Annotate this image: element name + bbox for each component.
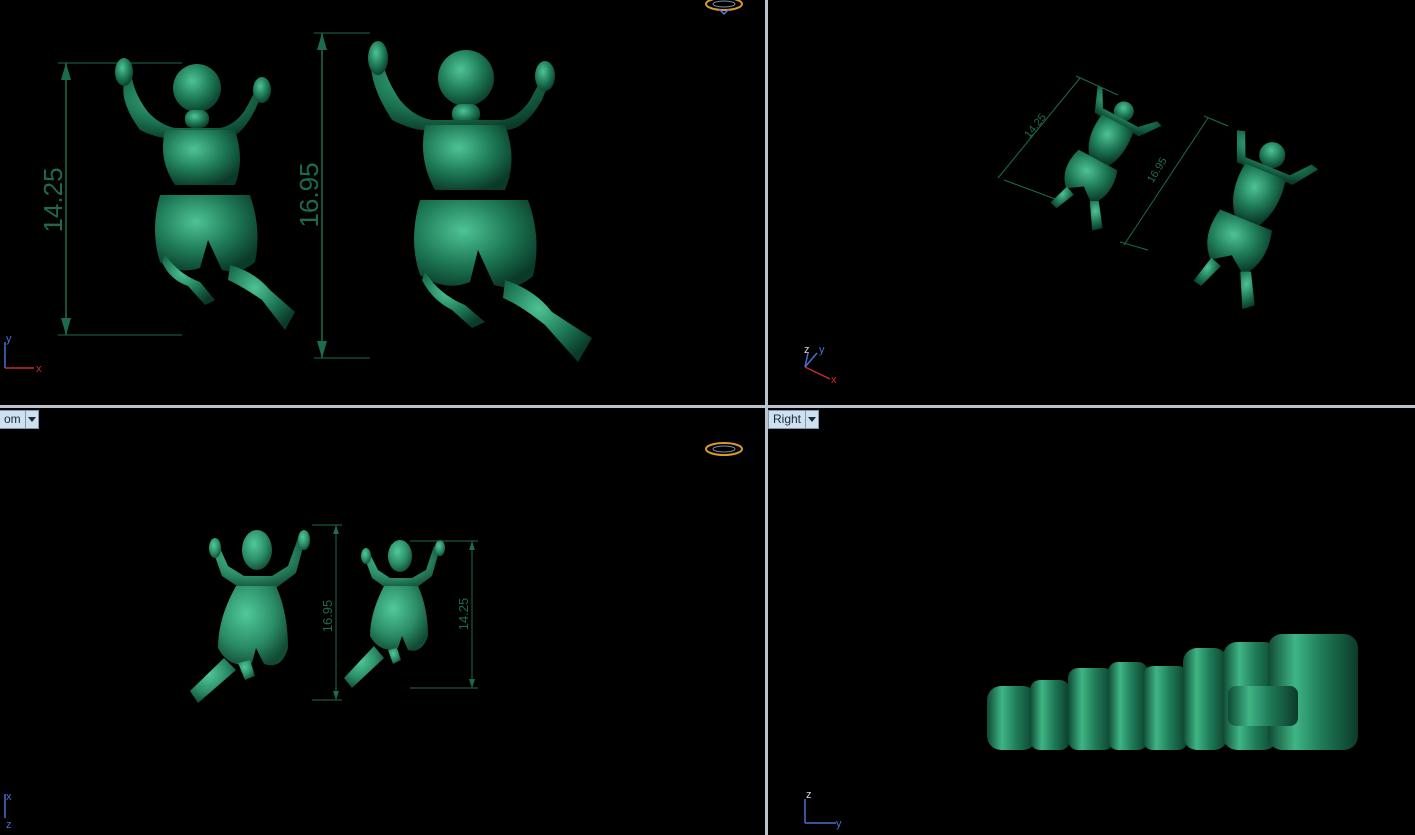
figurine-model-large[interactable] xyxy=(190,530,310,703)
dimension-label-1: 14.25 xyxy=(1022,112,1048,141)
dimension-label-2: 14.25 xyxy=(456,598,471,631)
viewport-right[interactable]: Right y z xyxy=(768,408,1415,835)
figurine-model-side-view[interactable] xyxy=(987,634,1358,750)
axis-label-x: x xyxy=(831,374,837,386)
axis-label-y: y xyxy=(819,344,825,356)
figurine-model-small[interactable] xyxy=(115,58,295,330)
axis-label-x: x xyxy=(36,363,42,375)
axis-label-z: z xyxy=(6,819,12,831)
figurine-model-large[interactable] xyxy=(1176,127,1322,316)
view-navigation-ring-icon[interactable] xyxy=(705,0,743,16)
axis-gizmo xyxy=(804,799,836,824)
axis-label-x: x xyxy=(6,791,12,803)
axis-label-z: z xyxy=(806,789,812,801)
dimension-label-1: 16.95 xyxy=(320,600,335,633)
figurine-model-small[interactable] xyxy=(344,540,445,688)
axis-gizmo xyxy=(804,352,831,380)
viewport-perspective[interactable]: 14.25 16.95 x y z xyxy=(768,0,1415,405)
axis-gizmo xyxy=(4,342,34,369)
axis-label-y: y xyxy=(6,333,12,345)
view-navigation-ring-icon[interactable] xyxy=(705,442,743,456)
viewport-bottom[interactable]: om 16.95 14.25 x z xyxy=(0,408,765,835)
axis-label-y: y xyxy=(836,818,842,830)
axis-label-z: z xyxy=(804,344,810,356)
dimension-label-1: 14.25 xyxy=(38,167,68,232)
figurine-model-large[interactable] xyxy=(368,41,592,362)
viewport-front[interactable]: 14.25 16.95 x y xyxy=(0,0,765,405)
dimension-label-2: 16.95 xyxy=(294,162,324,227)
